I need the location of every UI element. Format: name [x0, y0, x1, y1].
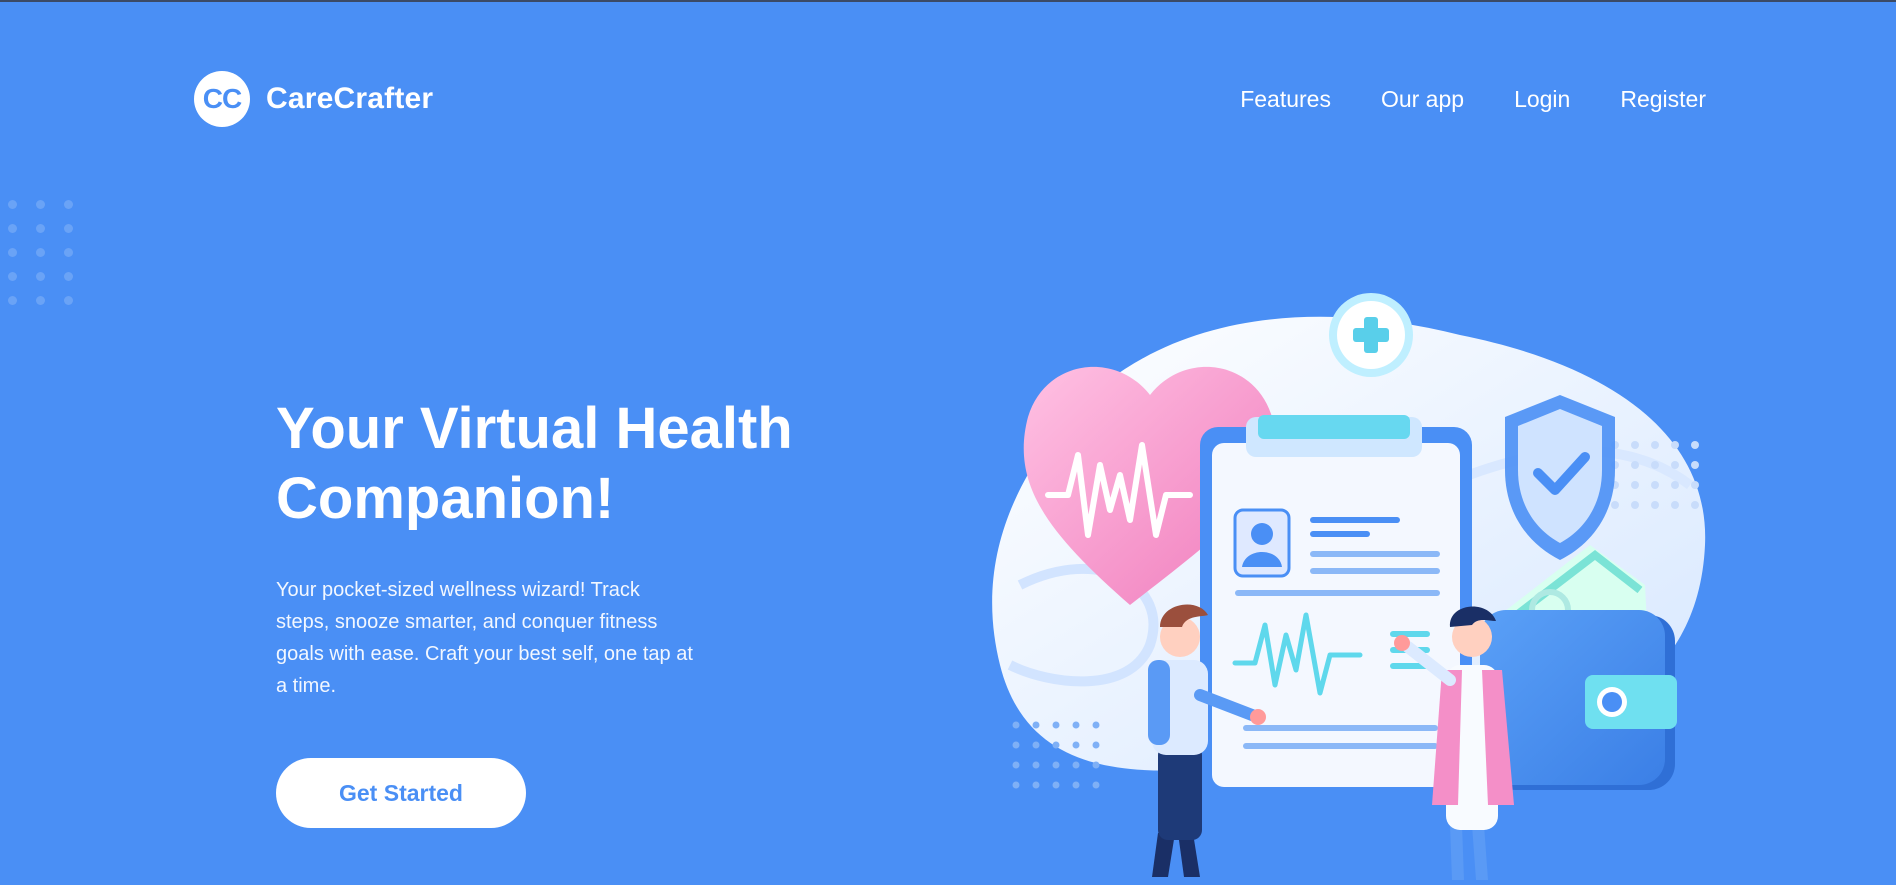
brand[interactable]: CC CareCrafter — [194, 71, 433, 127]
nav-link-features[interactable]: Features — [1240, 86, 1331, 113]
hero-title-line-1: Your Virtual Health — [276, 396, 793, 461]
nav-links: Features Our app Login Register — [1240, 86, 1706, 113]
hero-title-line-2: Companion! — [276, 466, 615, 531]
nav-link-register[interactable]: Register — [1620, 86, 1706, 113]
clipboard-icon — [1200, 415, 1472, 799]
health-illustration — [990, 285, 1720, 885]
nav-link-login[interactable]: Login — [1514, 86, 1570, 113]
nav-link-our-app[interactable]: Our app — [1381, 86, 1464, 113]
medical-cross-icon — [1329, 293, 1413, 377]
get-started-button[interactable]: Get Started — [276, 758, 526, 828]
hero-description: Your pocket-sized wellness wizard! Track… — [276, 579, 693, 697]
top-border — [0, 0, 1896, 2]
hero-title: Your Virtual Health Companion! — [276, 394, 896, 534]
brand-logo-icon[interactable]: CC — [194, 71, 250, 127]
navbar: CC CareCrafter Features Our app Login Re… — [194, 70, 1706, 128]
brand-name[interactable]: CareCrafter — [266, 82, 433, 116]
